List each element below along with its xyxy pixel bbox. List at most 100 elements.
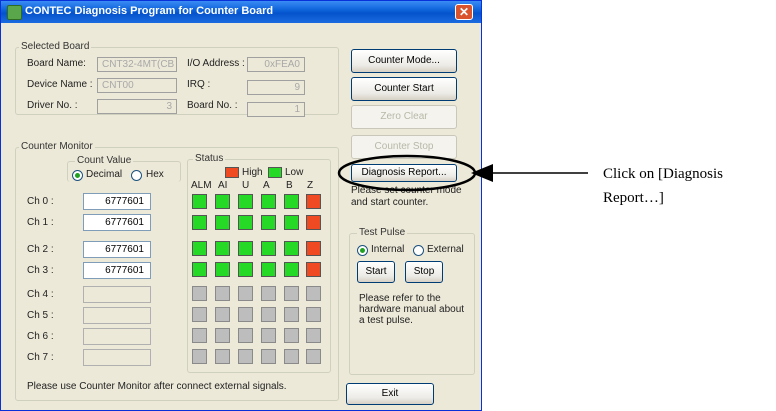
irq-field: 9	[247, 80, 305, 95]
callout-line-2: Report…]	[603, 190, 664, 206]
selected-board-legend: Selected Board	[19, 41, 92, 52]
high-color-swatch	[225, 167, 239, 178]
status-led	[261, 328, 276, 343]
status-led	[192, 194, 207, 209]
status-led	[192, 241, 207, 256]
channel-label: Ch 6 :	[27, 331, 54, 342]
exit-button[interactable]: Exit	[346, 383, 434, 405]
app-icon	[7, 5, 22, 20]
external-label: External	[427, 244, 464, 255]
channel-count-field: 6777601	[83, 193, 151, 210]
driver-no-label: Driver No. :	[27, 100, 78, 111]
status-led	[215, 215, 230, 230]
status-led	[215, 194, 230, 209]
status-led	[306, 241, 321, 256]
channel-label: Ch 0 :	[27, 196, 54, 207]
status-led	[261, 215, 276, 230]
decimal-radio[interactable]	[72, 170, 83, 181]
irq-label: IRQ :	[187, 79, 211, 90]
status-led	[238, 307, 253, 322]
counter-monitor-legend: Counter Monitor	[19, 141, 95, 152]
test-pulse-legend: Test Pulse	[357, 227, 408, 238]
board-name-label: Board Name:	[27, 58, 86, 69]
status-led	[261, 307, 276, 322]
channel-count-field	[83, 349, 151, 366]
status-led	[306, 194, 321, 209]
callout-line-1: Click on [Diagnosis	[603, 166, 723, 182]
status-led	[306, 286, 321, 301]
driver-no-field: 3	[97, 99, 177, 114]
callout-graphic	[337, 154, 588, 192]
status-led	[306, 328, 321, 343]
status-led	[284, 262, 299, 277]
channel-label: Ch 7 :	[27, 352, 54, 363]
status-led	[284, 286, 299, 301]
title-bar: CONTEC Diagnosis Program for Counter Boa…	[1, 1, 481, 23]
status-column-header: AI	[218, 180, 228, 191]
counter-monitor-note: Please use Counter Monitor after connect…	[27, 381, 287, 392]
counter-start-button[interactable]: Counter Start	[351, 77, 457, 101]
hex-label: Hex	[146, 169, 164, 180]
status-column-header: ALM	[191, 180, 212, 191]
status-led	[284, 194, 299, 209]
status-led	[261, 241, 276, 256]
status-led	[238, 349, 253, 364]
window-title: CONTEC Diagnosis Program for Counter Boa…	[25, 5, 274, 17]
app-window: CONTEC Diagnosis Program for Counter Boa…	[0, 0, 482, 411]
board-name-field: CNT32-4MT(CB	[97, 57, 177, 72]
pulse-start-button[interactable]: Start	[357, 261, 395, 283]
status-led	[192, 215, 207, 230]
status-column-header: Z	[307, 180, 314, 191]
channel-label: Ch 4 :	[27, 289, 54, 300]
count-value-legend: Count Value	[75, 155, 134, 166]
status-led	[215, 241, 230, 256]
board-no-label: Board No. :	[187, 100, 238, 111]
status-led	[238, 286, 253, 301]
channel-label: Ch 2 :	[27, 244, 54, 255]
status-column-header: B	[286, 180, 293, 191]
close-button[interactable]: ✕	[455, 4, 473, 20]
status-led	[238, 194, 253, 209]
status-led	[192, 262, 207, 277]
test-pulse-note: Please refer to the hardware manual abou…	[359, 293, 465, 326]
channel-count-field	[83, 286, 151, 303]
low-label: Low	[285, 167, 304, 178]
status-led	[284, 241, 299, 256]
callout-arrowhead	[471, 164, 493, 182]
status-column-header: U	[242, 180, 250, 191]
status-led	[261, 194, 276, 209]
channel-label: Ch 1 :	[27, 217, 54, 228]
status-led	[238, 262, 253, 277]
channel-count-field: 6777601	[83, 262, 151, 279]
status-led	[284, 328, 299, 343]
device-name-label: Device Name :	[27, 79, 93, 90]
status-led	[306, 307, 321, 322]
decimal-label: Decimal	[86, 169, 123, 180]
status-column-header: A	[263, 180, 270, 191]
callout-text: Click on [Diagnosis Report…]	[603, 162, 723, 210]
board-no-field: 1	[247, 102, 305, 117]
status-led	[215, 262, 230, 277]
status-led	[261, 349, 276, 364]
external-radio[interactable]	[413, 245, 424, 256]
zero-clear-button[interactable]: Zero Clear	[351, 105, 457, 129]
status-led	[284, 215, 299, 230]
status-led	[238, 215, 253, 230]
status-led	[261, 286, 276, 301]
device-name-field: CNT00	[97, 78, 177, 93]
status-led	[215, 307, 230, 322]
channel-count-field	[83, 307, 151, 324]
status-led	[192, 328, 207, 343]
internal-radio[interactable]	[357, 245, 368, 256]
pulse-stop-button[interactable]: Stop	[405, 261, 443, 283]
status-led	[306, 349, 321, 364]
status-led	[306, 215, 321, 230]
channel-count-field: 6777601	[83, 241, 151, 258]
low-color-swatch	[268, 167, 282, 178]
channel-count-field	[83, 328, 151, 345]
channel-count-field: 6777601	[83, 214, 151, 231]
status-led	[284, 307, 299, 322]
hex-radio[interactable]	[131, 170, 142, 181]
counter-mode-button[interactable]: Counter Mode...	[351, 49, 457, 73]
status-led	[238, 328, 253, 343]
